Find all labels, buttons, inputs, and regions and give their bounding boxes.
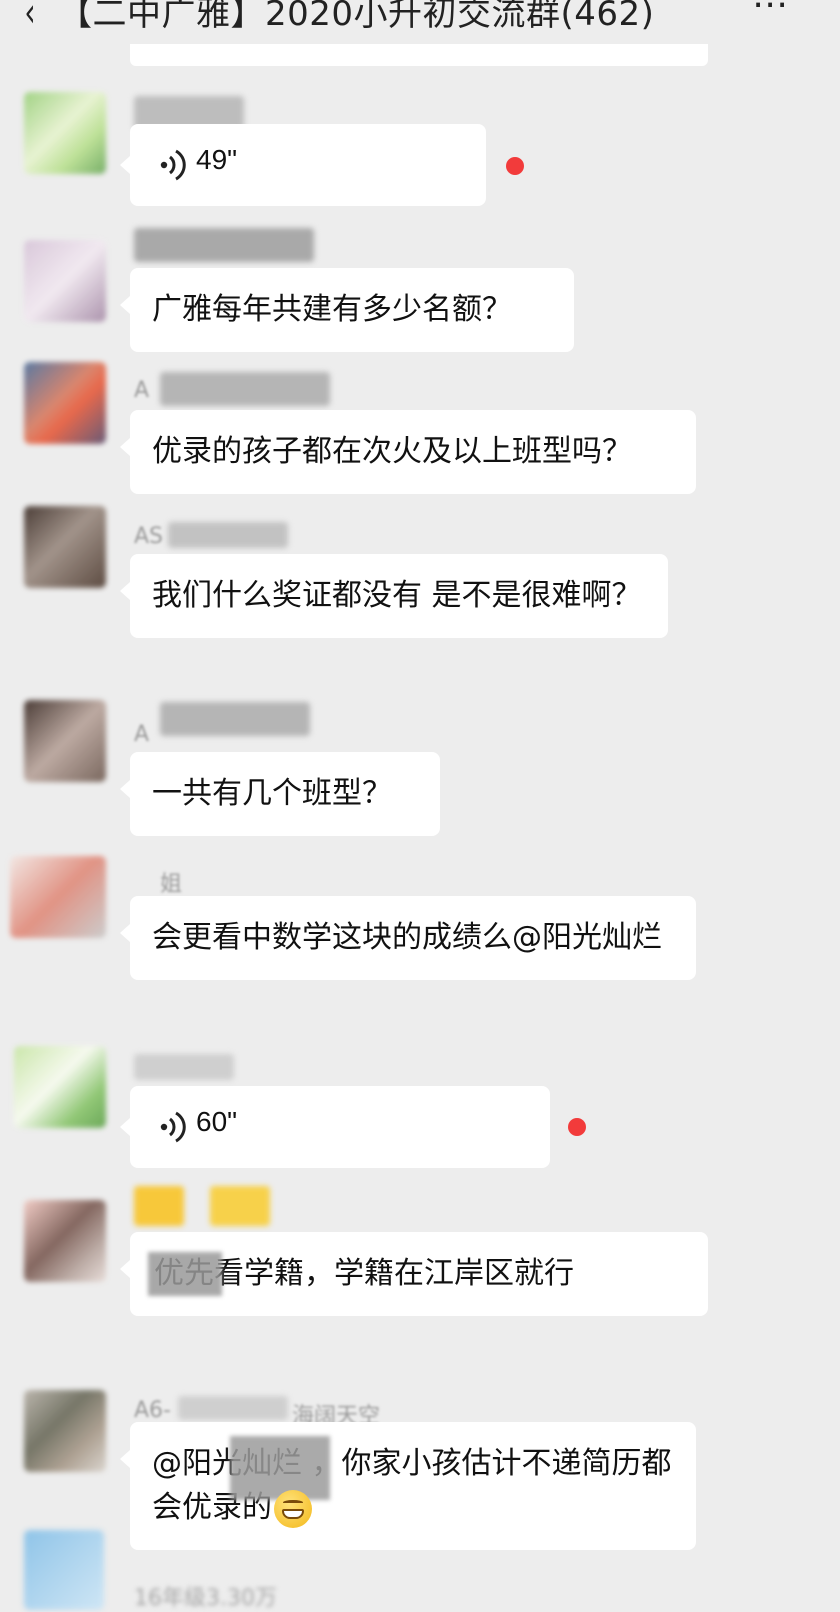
chat-header: ‹ 【二中广雅】2020小升初交流群(462) ⋯	[0, 0, 840, 40]
voice-message[interactable]: 60"	[120, 1086, 550, 1168]
back-icon[interactable]: ‹	[24, 0, 35, 36]
message-text: 我们什么奖证都没有 是不是很难啊？	[152, 578, 642, 613]
avatar[interactable]	[24, 700, 106, 782]
avatar[interactable]	[24, 1390, 106, 1472]
message-text: 一共有几个班型？	[152, 776, 392, 811]
sender-name	[160, 702, 310, 736]
sender-name	[178, 1396, 288, 1420]
voice-message[interactable]: 49"	[120, 124, 486, 206]
message-bubble[interactable]: 我们什么奖证都没有 是不是很难啊？	[120, 554, 668, 638]
avatar[interactable]	[24, 506, 106, 588]
sender-name-fragment: AS	[134, 524, 164, 549]
sender-name	[160, 372, 330, 406]
grin-emoji-icon	[274, 1489, 312, 1528]
avatar[interactable]	[24, 1200, 106, 1282]
mention-scribble	[230, 1436, 330, 1500]
message-text: 广雅每年共建有多少名额？	[152, 292, 512, 327]
sender-name-fragment: 姐	[160, 872, 183, 897]
previous-message-bubble	[130, 44, 708, 66]
sender-name	[210, 1186, 270, 1226]
sender-name-fragment: A	[134, 722, 150, 747]
avatar[interactable]	[10, 856, 106, 938]
avatar[interactable]	[24, 240, 106, 322]
unread-dot	[506, 157, 524, 175]
avatar[interactable]	[14, 1046, 106, 1128]
message-bubble[interactable]: 优先看学籍，学籍在江岸区就行	[120, 1232, 708, 1316]
voice-duration: 49"	[196, 144, 238, 175]
message-bubble[interactable]: 会更看中数学这块的成绩么@阳光灿烂	[120, 896, 696, 980]
sender-name	[134, 228, 314, 262]
sender-name-fragment: 16年级3.30万	[134, 1586, 277, 1611]
avatar[interactable]	[24, 362, 106, 444]
message-bubble[interactable]: 一共有几个班型？	[120, 752, 440, 836]
sender-name-fragment: A	[134, 378, 150, 403]
voice-duration: 60"	[196, 1106, 238, 1137]
message-bubble[interactable]: 优录的孩子都在次火及以上班型吗？	[120, 410, 696, 494]
sender-name-fragment: A6-	[134, 1398, 171, 1423]
sender-name	[134, 1186, 184, 1226]
voice-icon	[160, 1111, 186, 1143]
message-text: 优录的孩子都在次火及以上班型吗？	[152, 434, 632, 469]
message-bubble[interactable]: @阳光灿烂 ，你家小孩估计不递简历都会优录的	[120, 1422, 696, 1550]
unread-dot	[568, 1118, 586, 1136]
chat-title: 【二中广雅】2020小升初交流群(462)	[58, 0, 655, 34]
voice-icon	[160, 149, 186, 181]
sender-name	[168, 522, 288, 548]
avatar[interactable]	[24, 92, 106, 174]
mention-scribble	[148, 1252, 222, 1296]
avatar[interactable]	[24, 1530, 104, 1610]
more-icon[interactable]: ⋯	[752, 0, 790, 25]
sender-name	[134, 1054, 234, 1080]
message-bubble[interactable]: 广雅每年共建有多少名额？	[120, 268, 574, 352]
message-text: 会更看中数学这块的成绩么@阳光灿烂	[152, 920, 662, 955]
